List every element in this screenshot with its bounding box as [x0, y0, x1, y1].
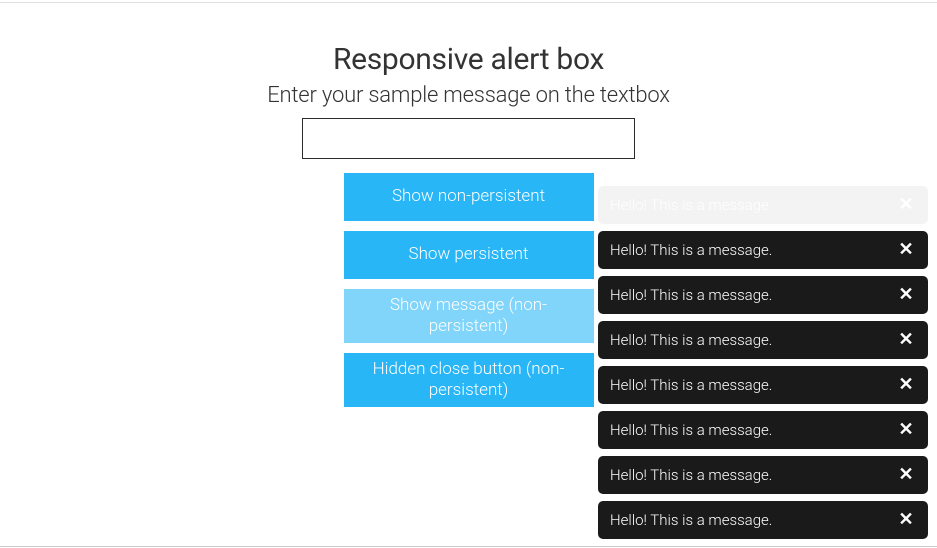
- toast-item: Hello! This is a message. ✕: [598, 501, 928, 539]
- toast-text: Hello! This is a message.: [610, 376, 772, 394]
- page-subtitle: Enter your sample message on the textbox: [267, 83, 670, 108]
- close-icon[interactable]: ✕: [896, 376, 916, 394]
- toast-text: Hello! This is a message.: [610, 421, 772, 439]
- message-input[interactable]: [302, 118, 635, 159]
- close-icon[interactable]: ✕: [896, 286, 916, 304]
- close-icon[interactable]: ✕: [896, 331, 916, 349]
- toast-item: Hello! This is a message. ✕: [598, 411, 928, 449]
- toast-item: Hello! This is a message. ✕: [598, 321, 928, 359]
- show-non-persistent-button[interactable]: Show non-persistent: [344, 173, 594, 221]
- toast-text: Hello! This is a message.: [610, 466, 772, 484]
- hidden-close-non-persistent-button[interactable]: Hidden close button (non-persistent): [344, 353, 594, 407]
- close-icon[interactable]: ✕: [896, 421, 916, 439]
- close-icon[interactable]: ✕: [896, 511, 916, 529]
- page-title: Responsive alert box: [333, 42, 604, 77]
- toast-text: Hello! This is a message.: [610, 331, 772, 349]
- show-message-non-persistent-button[interactable]: Show message (non-persistent): [344, 289, 594, 343]
- toast-item: Hello! This is a message. ✕: [598, 456, 928, 494]
- toast-text: Hello! This is a message.: [610, 241, 772, 259]
- divider-top: [0, 2, 937, 3]
- toast-item: Hello! This is a message. ✕: [598, 276, 928, 314]
- toast-item: Hello! This is a message. ✕: [598, 231, 928, 269]
- close-icon[interactable]: ✕: [896, 241, 916, 259]
- toast-text: Hello! This is a message.: [610, 511, 772, 529]
- close-icon[interactable]: ✕: [896, 196, 916, 214]
- show-persistent-button[interactable]: Show persistent: [344, 231, 594, 279]
- toast-text: Hello! This is a message.: [610, 196, 772, 214]
- toast-stack: Hello! This is a message. ✕ Hello! This …: [598, 186, 928, 539]
- toast-item: Hello! This is a message. ✕: [598, 366, 928, 404]
- toast-item: Hello! This is a message. ✕: [598, 186, 928, 224]
- button-stack: Show non-persistent Show persistent Show…: [344, 173, 594, 407]
- toast-text: Hello! This is a message.: [610, 286, 772, 304]
- close-icon[interactable]: ✕: [896, 466, 916, 484]
- divider-bottom: [0, 546, 937, 547]
